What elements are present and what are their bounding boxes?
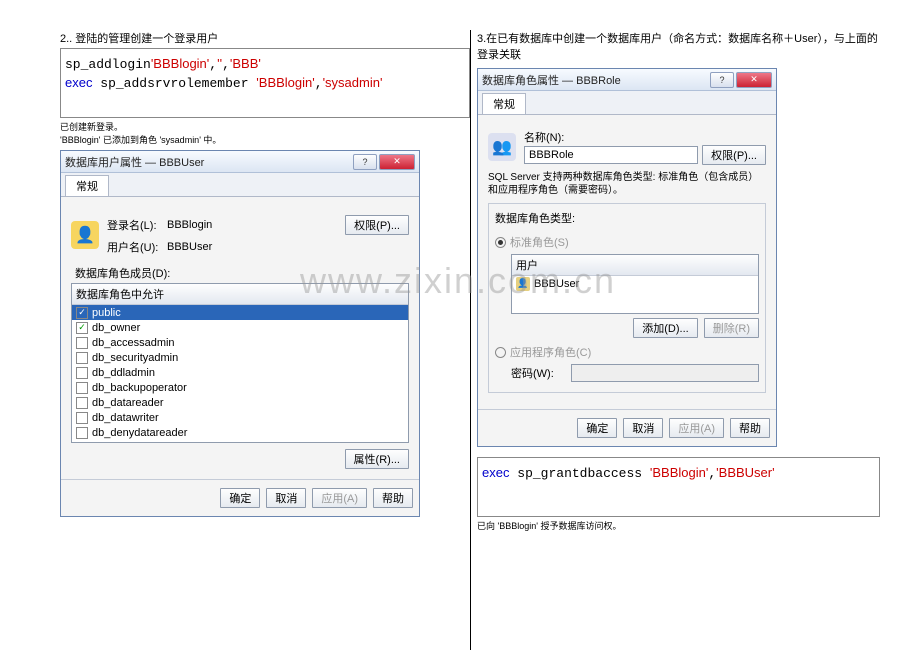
code-box-right: exec sp_grantdbaccess 'BBBlogin','BBBUse… xyxy=(477,457,880,517)
step-3-heading: 3.在已有数据库中创建一个数据库用户（命名方式：数据库名称＋User），与上面的… xyxy=(477,30,880,62)
list-item[interactable]: db_ddladmin xyxy=(72,365,408,380)
user-icon: 👤 xyxy=(71,221,99,249)
checkbox[interactable] xyxy=(76,442,88,444)
checkbox[interactable] xyxy=(76,367,88,379)
checkbox[interactable] xyxy=(76,412,88,424)
password-label: 密码(W): xyxy=(511,365,571,381)
username-value: BBBUser xyxy=(167,241,247,253)
delete-button[interactable]: 删除(R) xyxy=(704,318,759,338)
role-name: db_ddladmin xyxy=(92,367,155,379)
tabstrip: 常规 xyxy=(61,173,419,197)
users-listbox[interactable]: 用户 👤 BBBUser xyxy=(511,254,759,314)
tabstrip: 常规 xyxy=(478,91,776,115)
help-button[interactable]: 帮助 xyxy=(373,488,413,508)
tab-general[interactable]: 常规 xyxy=(482,93,526,114)
role-name: db_accessadmin xyxy=(92,337,175,349)
standard-role-radio[interactable] xyxy=(495,237,506,248)
role-name: db_datareader xyxy=(92,397,164,409)
ok-button[interactable]: 确定 xyxy=(577,418,617,438)
close-icon[interactable]: ✕ xyxy=(379,154,415,170)
username-label: 用户名(U): xyxy=(107,239,167,255)
properties-button[interactable]: 属性(R)... xyxy=(345,449,409,469)
step-2-heading: 2.. 登陆的管理创建一个登录用户 xyxy=(60,30,470,46)
user-name: BBBUser xyxy=(534,278,579,290)
output-left: 已创建新登录。 'BBBlogin' 已添加到角色 'sysadmin' 中。 xyxy=(60,120,470,146)
permissions-button[interactable]: 权限(P)... xyxy=(345,215,409,235)
role-name: db_owner xyxy=(92,322,140,334)
checkbox[interactable] xyxy=(76,307,88,319)
list-item[interactable]: db_datawriter xyxy=(72,410,408,425)
cancel-button[interactable]: 取消 xyxy=(266,488,306,508)
list-item[interactable]: public xyxy=(72,305,408,320)
users-list-header: 用户 xyxy=(512,255,758,276)
checkbox[interactable] xyxy=(76,427,88,439)
roles-group-title: 数据库角色成员(D): xyxy=(71,263,409,283)
apply-button[interactable]: 应用(A) xyxy=(669,418,724,438)
ok-button[interactable]: 确定 xyxy=(220,488,260,508)
apply-button[interactable]: 应用(A) xyxy=(312,488,367,508)
role-name: db_datawriter xyxy=(92,412,159,424)
list-item[interactable]: db_owner xyxy=(72,320,408,335)
checkbox[interactable] xyxy=(76,322,88,334)
name-field[interactable]: BBBRole xyxy=(524,146,698,164)
login-label: 登录名(L): xyxy=(107,217,167,233)
close-icon[interactable]: ✕ xyxy=(736,72,772,88)
password-field xyxy=(571,364,759,382)
role-icon: 👥 xyxy=(488,133,516,161)
list-item[interactable]: db_denydatawriter xyxy=(72,440,408,443)
help-icon[interactable]: ? xyxy=(710,72,734,88)
role-type-group-title: 数据库角色类型: xyxy=(495,210,759,230)
role-desc: SQL Server 支持两种数据库角色类型: 标准角色（包含成员）和应用程序角… xyxy=(488,171,766,197)
code-box-left: sp_addlogin'BBBlogin','','BBB' exec sp_a… xyxy=(60,48,470,118)
help-icon[interactable]: ? xyxy=(353,154,377,170)
role-name: db_backupoperator xyxy=(92,382,187,394)
roles-list-header: 数据库角色中允许 xyxy=(72,284,408,305)
list-item[interactable]: 👤 BBBUser xyxy=(512,276,758,291)
checkbox[interactable] xyxy=(76,352,88,364)
output-right: 已向 'BBBlogin' 授予数据库访问权。 xyxy=(477,519,880,532)
db-user-properties-dialog: 数据库用户属性 — BBBUser ? ✕ 常规 👤 登录名(L): BBBlo… xyxy=(60,150,420,517)
db-role-properties-dialog: 数据库角色属性 — BBBRole ? ✕ 常规 👥 名称(N): xyxy=(477,68,777,447)
role-name: db_denydatareader xyxy=(92,427,187,439)
cancel-button[interactable]: 取消 xyxy=(623,418,663,438)
titlebar: 数据库用户属性 — BBBUser ? ✕ xyxy=(61,151,419,173)
app-role-label: 应用程序角色(C) xyxy=(510,344,591,360)
standard-role-label: 标准角色(S) xyxy=(510,234,569,250)
roles-listbox[interactable]: 数据库角色中允许 public db_owner db_accessadmin db_… xyxy=(71,283,409,443)
permissions-button[interactable]: 权限(P)... xyxy=(702,145,766,165)
app-role-radio xyxy=(495,347,506,358)
role-name: db_denydatawriter xyxy=(92,442,183,444)
name-label: 名称(N): xyxy=(524,129,584,145)
titlebar: 数据库角色属性 — BBBRole ? ✕ xyxy=(478,69,776,91)
tab-general[interactable]: 常规 xyxy=(65,175,109,196)
checkbox[interactable] xyxy=(76,337,88,349)
list-item[interactable]: db_accessadmin xyxy=(72,335,408,350)
help-button[interactable]: 帮助 xyxy=(730,418,770,438)
roles-rows-container: public db_owner db_accessadmin db_securitya… xyxy=(72,305,408,443)
add-button[interactable]: 添加(D)... xyxy=(633,318,697,338)
checkbox[interactable] xyxy=(76,397,88,409)
checkbox[interactable] xyxy=(76,382,88,394)
list-item[interactable]: db_backupoperator xyxy=(72,380,408,395)
role-name: db_securityadmin xyxy=(92,352,178,364)
login-value: BBBlogin xyxy=(167,219,247,231)
list-item[interactable]: db_securityadmin xyxy=(72,350,408,365)
titlebar-text: 数据库用户属性 — BBBUser xyxy=(65,154,353,170)
role-name: public xyxy=(92,307,121,319)
list-item[interactable]: db_denydatareader xyxy=(72,425,408,440)
user-icon: 👤 xyxy=(516,277,530,291)
list-item[interactable]: db_datareader xyxy=(72,395,408,410)
titlebar-text: 数据库角色属性 — BBBRole xyxy=(482,72,710,88)
